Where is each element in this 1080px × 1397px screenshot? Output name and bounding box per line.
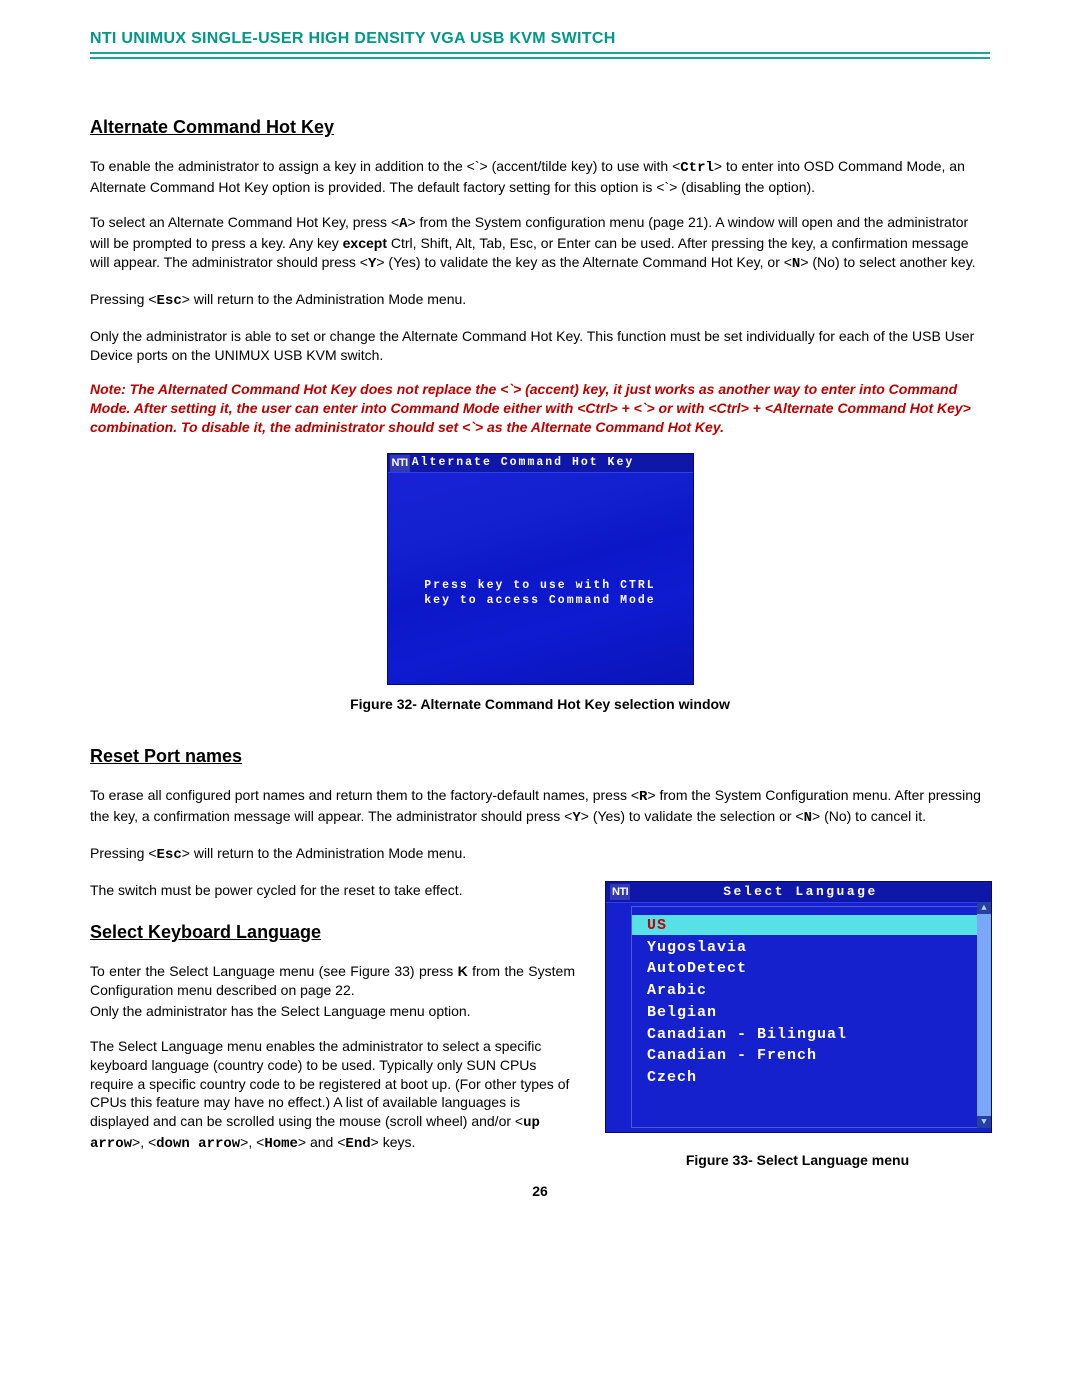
osd-language-list: US Yugoslavia AutoDetect Arabic Belgian … [647, 915, 847, 1089]
paragraph: Pressing <Esc> will return to the Admini… [90, 290, 990, 311]
figure-caption-32: Figure 32- Alternate Command Hot Key sel… [90, 695, 990, 714]
text: > (Yes) to validate the key as the Alter… [376, 254, 792, 270]
header-rule [90, 52, 990, 59]
paragraph: Pressing <Esc> will return to the Admini… [90, 844, 990, 865]
scroll-down-icon: ▼ [977, 1116, 991, 1128]
osd-scrollbar: ▲ ▼ [977, 902, 991, 1128]
key-esc: Esc [157, 847, 182, 863]
key-down-arrow: down arrow [156, 1136, 240, 1152]
key-n: N [804, 810, 812, 826]
osd-window-title: Select Language [610, 883, 991, 901]
paragraph: Only the administrator is able to set or… [90, 327, 990, 365]
text: To select an Alternate Command Hot Key, … [90, 214, 399, 230]
key-esc: Esc [157, 293, 182, 309]
page-header: NTI UNIMUX SINGLE-USER HIGH DENSITY VGA … [90, 30, 990, 48]
key-k: K [458, 963, 468, 979]
list-item: Canadian - French [647, 1045, 847, 1067]
text: To enter the Select Language menu (see F… [90, 963, 458, 979]
list-item: AutoDetect [647, 958, 847, 980]
heading-select-keyboard-language: Select Keyboard Language [90, 920, 575, 944]
text: The Select Language menu enables the adm… [90, 1038, 569, 1130]
key-end: End [345, 1136, 370, 1152]
nti-logo: NTI [390, 455, 410, 472]
list-item: Arabic [647, 980, 847, 1002]
key-ctrl: Ctrl [680, 160, 714, 176]
note-text: Note: The Alternated Command Hot Key doe… [90, 380, 990, 437]
paragraph: To enable the administrator to assign a … [90, 157, 990, 197]
list-item: Czech [647, 1067, 847, 1089]
osd-listbox: US Yugoslavia AutoDetect Arabic Belgian … [631, 906, 977, 1128]
osd-title-bar: NTI Alternate Command Hot Key [388, 454, 693, 473]
scroll-up-icon: ▲ [977, 902, 991, 914]
osd-body: Press key to use with CTRL key to access… [388, 579, 693, 609]
paragraph: To enter the Select Language menu (see F… [90, 962, 575, 1000]
paragraph: To select an Alternate Command Hot Key, … [90, 213, 990, 274]
figure-caption-33: Figure 33- Select Language menu [605, 1151, 990, 1170]
paragraph: The Select Language menu enables the adm… [90, 1037, 575, 1154]
text: >, < [132, 1134, 156, 1150]
nti-logo: NTI [610, 884, 630, 901]
osd-title-bar: NTI Select Language [606, 882, 991, 903]
list-item: Yugoslavia [647, 937, 847, 959]
text: > and < [298, 1134, 346, 1150]
paragraph: The switch must be power cycled for the … [90, 881, 575, 900]
text: > will return to the Administration Mode… [182, 845, 466, 861]
key-y: Y [572, 810, 580, 826]
heading-alternate-command-hot-key: Alternate Command Hot Key [90, 115, 990, 139]
paragraph: To erase all configured port names and r… [90, 786, 990, 828]
text-bold: except [343, 235, 387, 251]
figure-33-screenshot: NTI Select Language US Yugoslavia AutoDe… [605, 881, 992, 1133]
text: > keys. [371, 1134, 416, 1150]
text: >, < [240, 1134, 264, 1150]
text: Pressing < [90, 845, 157, 861]
osd-window-title: Alternate Command Hot Key [412, 455, 635, 471]
key-home: Home [264, 1136, 298, 1152]
list-item: Canadian - Bilingual [647, 1024, 847, 1046]
figure-32-screenshot: NTI Alternate Command Hot Key Press key … [387, 453, 694, 685]
text: To enable the administrator to assign a … [90, 158, 680, 174]
text: > (Yes) to validate the selection or < [581, 808, 804, 824]
page-number: 26 [90, 1182, 990, 1221]
text: To erase all configured port names and r… [90, 787, 639, 803]
text: > (No) to cancel it. [812, 808, 926, 824]
paragraph: Only the administrator has the Select La… [90, 1002, 575, 1021]
list-item: Belgian [647, 1002, 847, 1024]
osd-line: Press key to use with CTRL [388, 579, 693, 594]
text: > will return to the Administration Mode… [182, 291, 466, 307]
text: > (No) to select another key. [800, 254, 975, 270]
list-item: US [647, 915, 847, 937]
osd-line: key to access Command Mode [388, 594, 693, 609]
heading-reset-port-names: Reset Port names [90, 744, 990, 768]
text: Pressing < [90, 291, 157, 307]
